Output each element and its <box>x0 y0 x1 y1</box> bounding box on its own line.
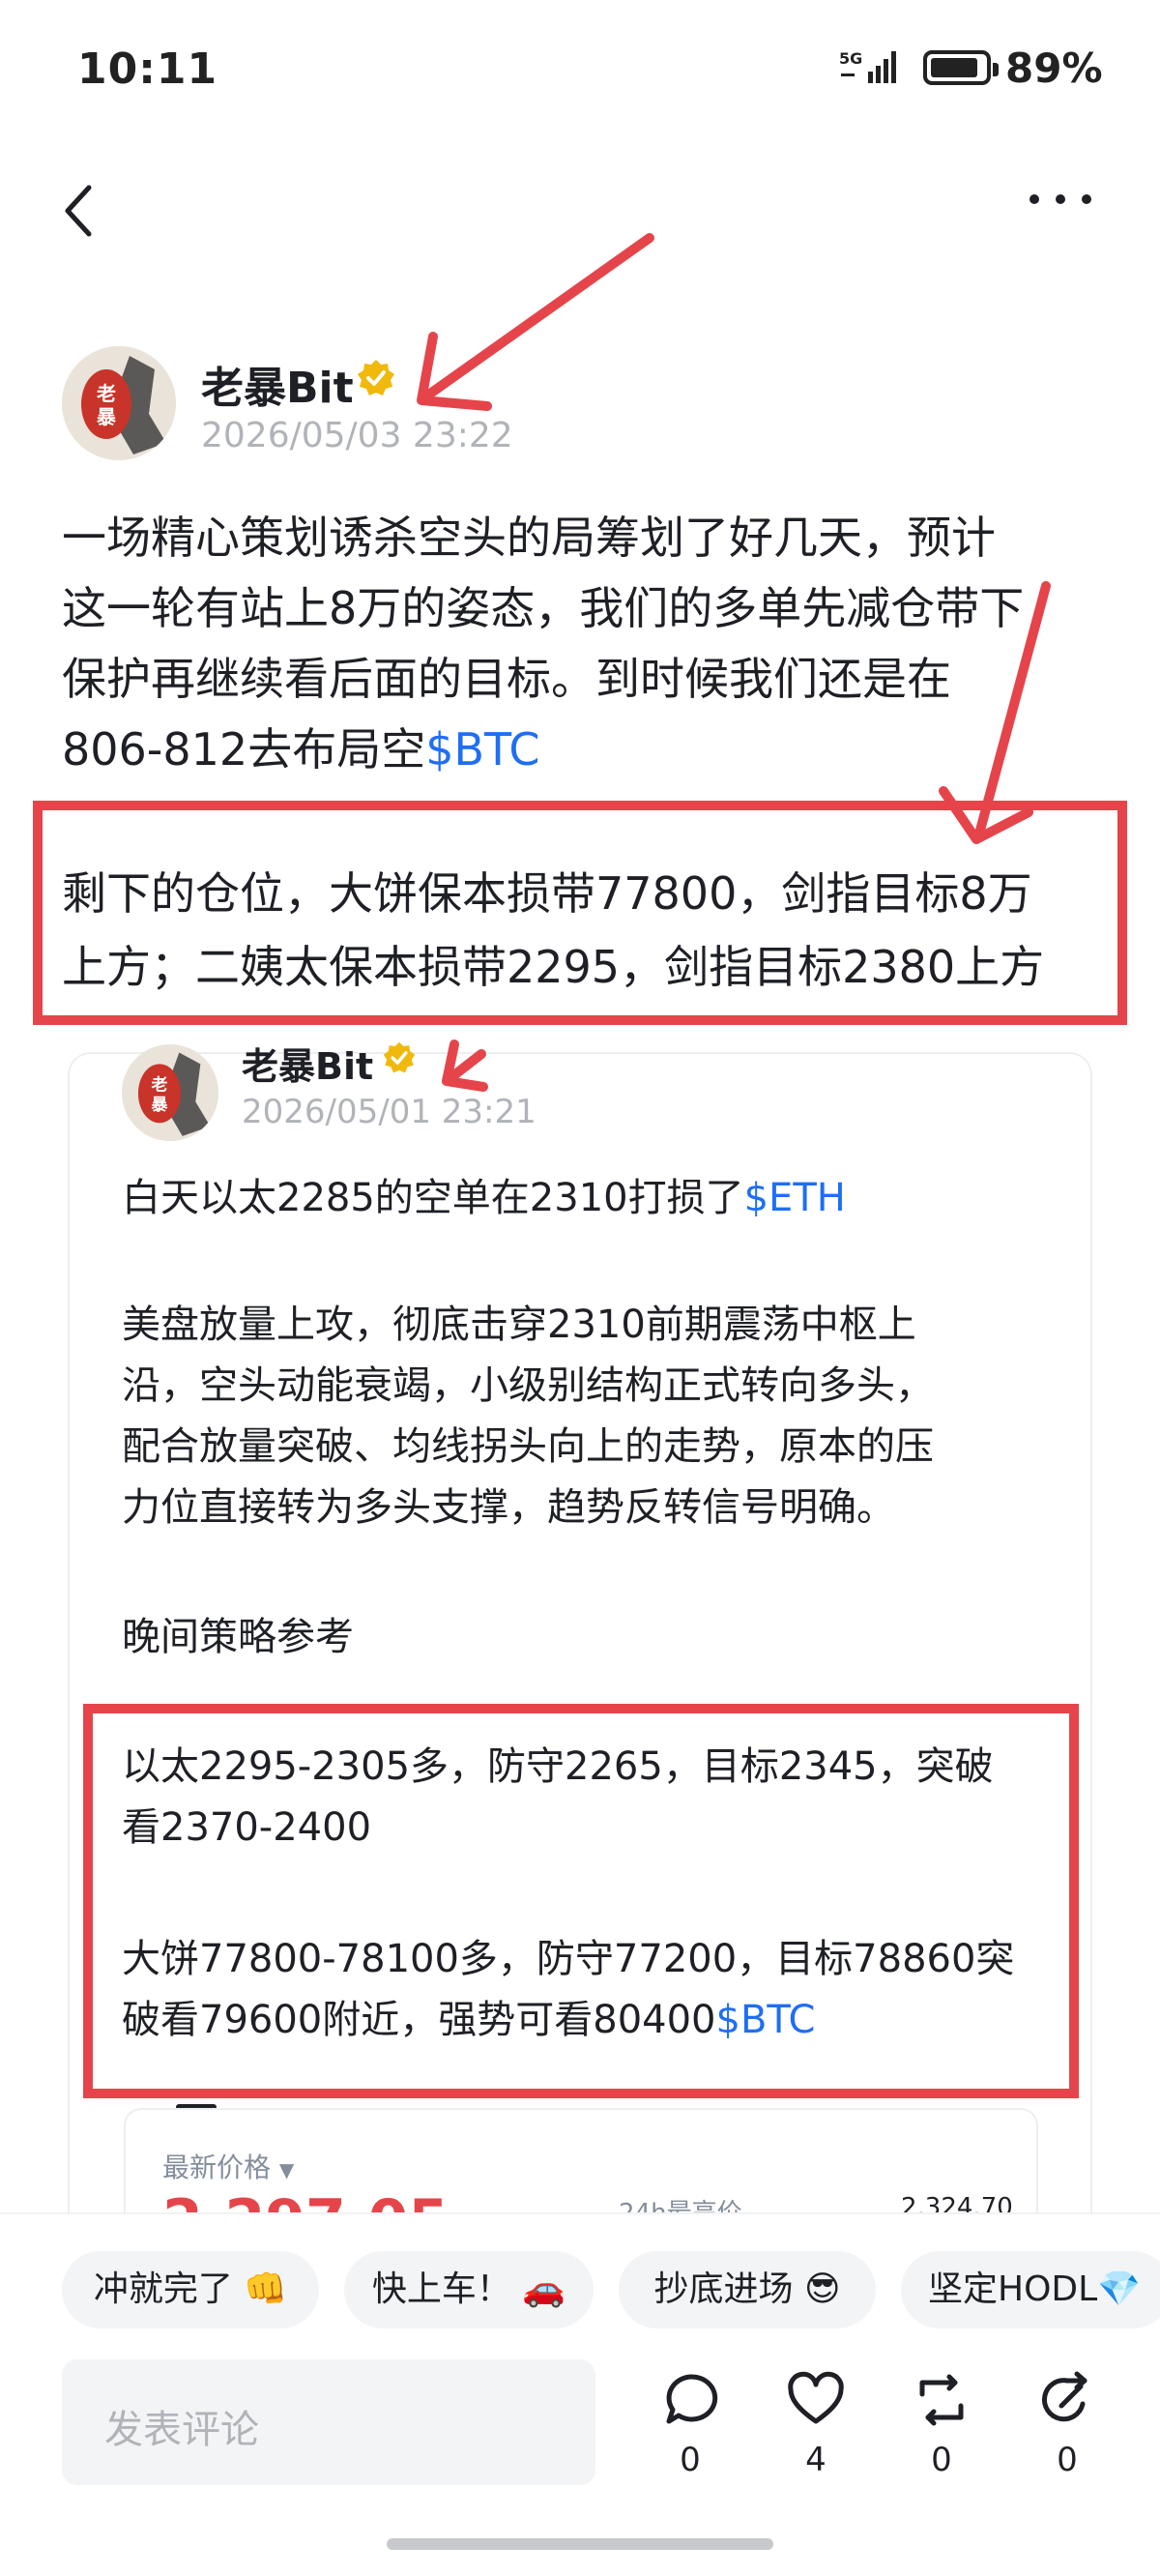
arrow-to-highlight <box>973 581 1051 842</box>
reaction-chip[interactable]: 抄底进场 😎 <box>619 2251 876 2328</box>
annotation-arrows <box>417 233 1051 1092</box>
dropdown-triangle-icon: ▼ <box>278 2158 295 2181</box>
eth-strategy-text: 以太2295-2305多，防守2265，目标2345，突破 看2370-2400 <box>122 1744 994 1850</box>
latest-price-label: 最新价格 ▼ <box>162 2152 295 2183</box>
quoted-line1-text: 白天以太2285的空单在2310打损了 <box>122 1176 744 1220</box>
reaction-chip[interactable]: 快上车！ 🚗 <box>344 2251 594 2328</box>
quoted-line1: 白天以太2285的空单在2310打损了$ETH <box>122 1168 1069 1229</box>
reaction-chip[interactable]: 冲就完了 👊 <box>62 2251 319 2328</box>
share-count: 0 <box>1057 2441 1078 2479</box>
arrow-to-author <box>419 233 654 403</box>
comment-icon[interactable] <box>661 2371 719 2433</box>
share-icon[interactable] <box>1038 2371 1096 2433</box>
divider <box>0 2212 1160 2214</box>
eth-tag-link[interactable]: $ETH <box>744 1176 846 1220</box>
btc-strategy-body: 大饼77800-78100多，防守77200，目标78860突 破看79600附… <box>122 1937 1015 2042</box>
heart-icon[interactable] <box>787 2371 845 2433</box>
repost-count: 0 <box>931 2441 952 2479</box>
comment-placeholder: 发表评论 <box>104 2408 259 2452</box>
quoted-analysis-paragraph: 美盘放量上攻，彻底击穿2310前期震荡中枢上 沿，空头动能衰竭，小级别结构正式转… <box>122 1303 934 1530</box>
home-indicator[interactable] <box>387 2538 773 2550</box>
reaction-chip[interactable]: 坚定HODL💎 <box>901 2251 1160 2328</box>
comment-count: 0 <box>680 2441 701 2479</box>
btc-strategy-text: 大饼77800-78100多，防守77200，目标78860突 破看79600附… <box>122 1929 1069 2051</box>
quoted-strategy-heading: 晚间策略参考 <box>122 1615 354 1659</box>
like-count: 4 <box>805 2441 826 2479</box>
btc-tag-link[interactable]: $BTC <box>716 1998 816 2042</box>
repost-icon[interactable] <box>913 2371 971 2433</box>
